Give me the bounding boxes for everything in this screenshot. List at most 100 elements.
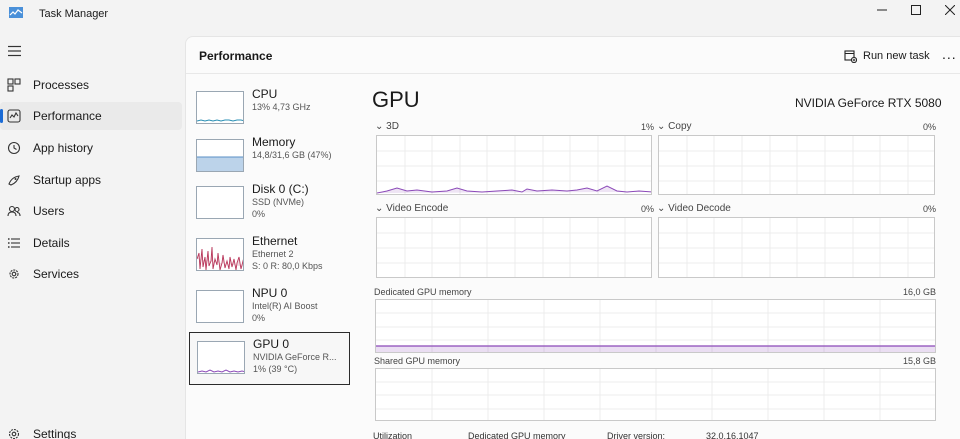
task-manager-app-icon bbox=[9, 7, 23, 18]
chevron-down-icon: ⌄ bbox=[375, 203, 384, 214]
engine-graph-copy bbox=[658, 135, 935, 195]
close-icon bbox=[945, 5, 955, 15]
shared-memory-graph bbox=[375, 368, 936, 421]
engine-label: Video Decode bbox=[668, 203, 731, 214]
ethernet-thumbnail bbox=[196, 238, 244, 271]
device-item-npu[interactable]: NPU 0 Intel(R) AI Boost 0% bbox=[189, 282, 350, 334]
users-icon bbox=[7, 205, 21, 217]
details-icon bbox=[7, 238, 20, 248]
device-detail: SSD (NVMe) bbox=[252, 197, 305, 207]
engine-selector-video-encode[interactable]: ⌄ Video Encode bbox=[375, 203, 448, 214]
engine-selector-copy[interactable]: ⌄ Copy bbox=[657, 121, 692, 132]
services-gear-icon bbox=[9, 269, 19, 279]
nav-label: Performance bbox=[33, 109, 102, 123]
nav-item-details[interactable]: Details bbox=[0, 229, 182, 257]
app-history-icon bbox=[7, 141, 21, 155]
memory-thumbnail bbox=[196, 139, 244, 172]
device-usage: 1% (39 °C) bbox=[253, 364, 298, 374]
nav-label: App history bbox=[33, 141, 94, 155]
nav-item-users[interactable]: Users bbox=[0, 197, 182, 225]
driver-version-value: 32.0.16.1047 bbox=[706, 431, 759, 439]
page-title: Performance bbox=[199, 49, 273, 63]
gpu-model-name: NVIDIA GeForce RTX 5080 bbox=[795, 96, 942, 110]
driver-version-label: Driver version: bbox=[607, 431, 666, 439]
disk-thumbnail bbox=[196, 186, 244, 219]
title-bar: Task Manager bbox=[0, 0, 960, 32]
gpu-thumbnail bbox=[197, 341, 245, 374]
device-name: GPU 0 bbox=[253, 337, 290, 351]
maximize-icon bbox=[911, 5, 921, 15]
main-panel: Performance Run new task ... CPU 13% 4,7… bbox=[185, 36, 960, 439]
nav-item-processes[interactable]: Processes bbox=[0, 71, 182, 99]
detail-title: GPU bbox=[372, 87, 420, 112]
device-throughput: S: 0 R: 80,0 Kbps bbox=[252, 261, 323, 271]
engine-graph-video-encode bbox=[376, 217, 652, 278]
close-button[interactable] bbox=[932, 0, 960, 20]
nav-item-services[interactable]: Services bbox=[0, 260, 182, 288]
device-item-disk[interactable]: Disk 0 (C:) SSD (NVMe) 0% bbox=[189, 178, 350, 230]
engine-graph-video-decode bbox=[658, 217, 935, 278]
maximize-button[interactable] bbox=[898, 0, 934, 20]
device-name: CPU bbox=[252, 87, 278, 101]
nav-item-settings[interactable]: Settings bbox=[0, 420, 182, 439]
device-detail: 14,8/31,6 GB (47%) bbox=[252, 150, 332, 160]
header-divider bbox=[186, 73, 960, 74]
dedicated-memory-capacity: 16,0 GB bbox=[902, 287, 936, 297]
nav-label: Settings bbox=[33, 427, 77, 439]
chevron-down-icon: ⌄ bbox=[657, 121, 666, 132]
engine-label: Copy bbox=[668, 121, 692, 132]
processes-icon bbox=[7, 78, 21, 92]
engine-selector-3d[interactable]: ⌄ 3D bbox=[375, 121, 399, 132]
window-title: Task Manager bbox=[39, 8, 109, 20]
run-new-task-icon bbox=[844, 49, 857, 63]
startup-apps-icon bbox=[8, 175, 20, 186]
device-usage: 0% bbox=[252, 313, 266, 323]
shared-memory-capacity: 15,8 GB bbox=[902, 356, 936, 366]
minimize-icon bbox=[877, 9, 887, 11]
engine-label: Video Encode bbox=[386, 203, 449, 214]
nav-label: Processes bbox=[33, 78, 90, 92]
run-new-task-label: Run new task bbox=[863, 50, 930, 62]
device-item-ethernet[interactable]: Ethernet Ethernet 2 S: 0 R: 80,0 Kbps bbox=[189, 230, 350, 282]
device-name: Disk 0 (C:) bbox=[252, 182, 309, 196]
nav-item-performance[interactable]: Performance bbox=[0, 102, 182, 130]
device-detail: Ethernet 2 bbox=[252, 249, 294, 259]
chevron-down-icon: ⌄ bbox=[657, 203, 666, 214]
performance-icon bbox=[7, 109, 21, 123]
device-item-memory[interactable]: Memory 14,8/31,6 GB (47%) bbox=[189, 131, 350, 183]
device-item-gpu[interactable]: GPU 0 NVIDIA GeForce R... 1% (39 °C) bbox=[189, 332, 350, 385]
run-new-task-button[interactable]: Run new task bbox=[844, 46, 930, 66]
device-name: Memory bbox=[252, 135, 296, 149]
device-item-cpu[interactable]: CPU 13% 4,73 GHz bbox=[189, 83, 350, 135]
shared-memory-label: Shared GPU memory bbox=[374, 356, 461, 366]
nav-label: Startup apps bbox=[33, 173, 102, 187]
settings-gear-icon bbox=[8, 428, 20, 439]
device-detail: NVIDIA GeForce R... bbox=[253, 352, 337, 362]
hamburger-menu-icon[interactable] bbox=[8, 45, 22, 57]
device-name: Ethernet bbox=[252, 234, 298, 248]
dedicated-stat-label: Dedicated GPU memory bbox=[468, 431, 566, 439]
nav-label: Services bbox=[33, 267, 80, 281]
engine-percent: 1% bbox=[640, 122, 654, 132]
engine-selector-video-decode[interactable]: ⌄ Video Decode bbox=[657, 203, 731, 214]
device-usage: 0% bbox=[252, 209, 266, 219]
engine-percent: 0% bbox=[922, 204, 936, 214]
nav-label: Details bbox=[33, 236, 70, 250]
engine-percent: 0% bbox=[922, 122, 936, 132]
engine-percent: 0% bbox=[640, 204, 654, 214]
chevron-down-icon: ⌄ bbox=[375, 121, 384, 132]
minimize-button[interactable] bbox=[864, 0, 900, 20]
utilization-label: Utilization bbox=[373, 431, 413, 439]
engine-graph-3d bbox=[376, 135, 652, 195]
npu-thumbnail bbox=[196, 290, 244, 323]
nav-item-app-history[interactable]: App history bbox=[0, 134, 182, 162]
device-detail: 13% 4,73 GHz bbox=[252, 102, 311, 112]
nav-item-startup-apps[interactable]: Startup apps bbox=[0, 166, 182, 194]
cpu-thumbnail bbox=[196, 91, 244, 124]
dedicated-memory-label: Dedicated GPU memory bbox=[374, 287, 472, 297]
device-name: NPU 0 bbox=[252, 286, 288, 300]
nav-label: Users bbox=[33, 204, 65, 218]
more-options-button[interactable]: ... bbox=[942, 46, 957, 62]
dedicated-memory-graph bbox=[375, 299, 936, 353]
engine-label: 3D bbox=[386, 121, 399, 132]
